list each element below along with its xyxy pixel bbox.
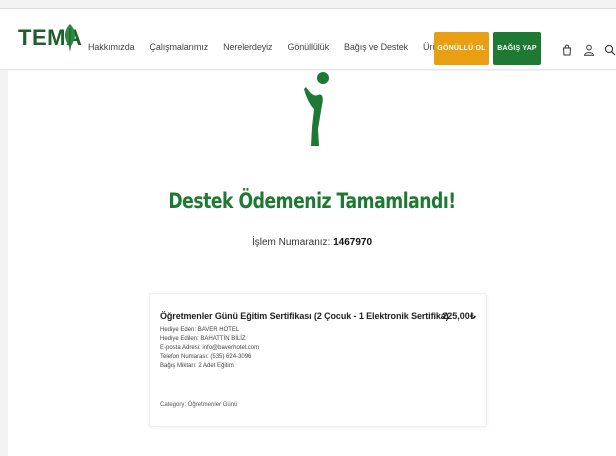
order-summary-card: Öğretmenler Günü Eğitim Sertifikası (2 Ç… <box>149 293 487 427</box>
main-content: Destek Ödemeniz Tamamlandı! İşlem Numara… <box>8 71 616 456</box>
leaf-icon <box>64 24 76 52</box>
nav-item-bagis-ve-destek[interactable]: Bağış ve Destek <box>344 42 408 52</box>
phone-line: Telefon Numarası: (535) 624-3096 <box>160 354 252 360</box>
volunteer-button[interactable]: GÖNÜLLÜ OL <box>434 32 489 65</box>
nav-item-gonulluluk[interactable]: Gönüllülük <box>287 42 329 52</box>
nav-item-hakkimizda[interactable]: Hakkımızda <box>88 42 135 52</box>
gift-from-line: Hediye Eden: BAVER HOTEL <box>160 327 240 333</box>
donate-button[interactable]: BAĞIŞ YAP <box>493 32 541 65</box>
product-category: Category: Öğretmenler Günü <box>160 402 238 408</box>
site-header: TEMA Hakkımızda Çalışmalarımız Nerelerde… <box>0 8 616 70</box>
nav-item-calismalarimiz[interactable]: Çalışmalarımız <box>150 42 209 52</box>
gift-to-line: Hediye Edilen: BAHATTİN BİLİZ <box>160 336 246 342</box>
bag-icon[interactable] <box>561 44 573 56</box>
product-price: 225,00₺ <box>442 311 476 321</box>
user-icon[interactable] <box>583 44 595 56</box>
email-line: E-posta Adresi: info@baverhotel.com <box>160 345 260 351</box>
order-number-line: İşlem Numaranız: 1467970 <box>8 237 616 248</box>
tema-logo[interactable]: TEMA <box>18 24 82 56</box>
page-title: Destek Ödemeniz Tamamlandı! <box>168 189 456 213</box>
search-icon[interactable] <box>604 44 616 56</box>
order-number-label: İşlem Numaranız: <box>251 237 331 248</box>
donation-amount-line: Bağış Miktarı: 2 Adet Eğitim <box>160 363 234 369</box>
order-details: Hediye Eden: BAVER HOTEL Hediye Edilen: … <box>160 326 259 371</box>
nav-item-nerelerdeyiz[interactable]: Nerelerdeyiz <box>223 42 272 52</box>
main-nav: Hakkımızda Çalışmalarımız Nerelerdeyiz G… <box>88 42 467 52</box>
order-number-value: 1467970 <box>333 237 373 248</box>
product-name: Öğretmenler Günü Eğitim Sertifikası (2 Ç… <box>160 311 449 321</box>
volunteer-figure-illustration <box>304 72 329 146</box>
